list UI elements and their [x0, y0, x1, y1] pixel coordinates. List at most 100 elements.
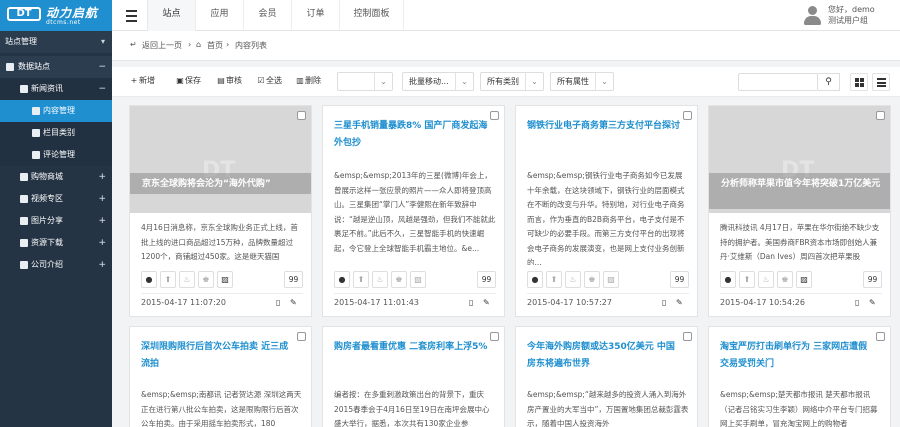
arrow-up-icon[interactable]: ⬆ — [160, 271, 176, 288]
search-button[interactable]: ⚲ — [818, 73, 840, 91]
document-icon[interactable]: ▯ — [469, 298, 473, 307]
add-button[interactable]: + 新增 — [130, 75, 155, 89]
user-menu[interactable]: 您好，demo 测试用户组 — [803, 3, 898, 28]
grid-icon — [855, 78, 864, 87]
card-thumbnail[interactable]: DT 分析师称苹果市值今年将突破1万亿美元 — [709, 106, 890, 213]
card-title[interactable]: 购房者最看重优惠 二套房利率上浮5% — [334, 339, 489, 356]
card-checkbox[interactable] — [490, 332, 499, 341]
edit-icon[interactable]: ✎ — [869, 298, 876, 307]
sort-order-field[interactable]: 99 — [477, 271, 496, 288]
save-button[interactable]: ▣保存 — [176, 75, 201, 89]
tab-apps[interactable]: 应用 — [196, 0, 244, 31]
sidebar-item-comments[interactable]: 评论管理 — [0, 144, 112, 166]
back-icon[interactable]: ↵ — [130, 40, 137, 49]
document-icon[interactable]: ▯ — [855, 298, 859, 307]
sidebar-item-company[interactable]: 公司介绍 + — [0, 254, 112, 276]
batch-move-select[interactable]: 批量移动... ⌄ — [402, 72, 474, 91]
logo[interactable]: DT 动力启航 dtcms.net — [0, 0, 112, 31]
arrow-up-icon[interactable]: ⬆ — [546, 271, 562, 288]
tab-orders[interactable]: 订单 — [292, 0, 340, 31]
sort-order-field[interactable]: 99 — [863, 271, 882, 288]
fire-icon[interactable]: ♨ — [565, 271, 581, 288]
card-title[interactable]: 三星手机销量暴跌8% 国产厂商发起海外包抄 — [334, 118, 489, 152]
image-icon[interactable]: ▨ — [603, 271, 619, 288]
sidebar-item-content-management[interactable]: 内容管理 — [0, 100, 112, 122]
sidebar-item-downloads[interactable]: 资源下载 + — [0, 232, 112, 254]
comment-icon[interactable]: ● — [334, 271, 350, 288]
sidebar-item-images[interactable]: 图片分享 + — [0, 210, 112, 232]
image-icon[interactable]: ▨ — [217, 271, 233, 288]
document-icon[interactable]: ▯ — [662, 298, 666, 307]
recommend-icon[interactable]: ♚ — [198, 271, 214, 288]
audit-button[interactable]: ▤审核 — [217, 75, 242, 89]
attribute-select[interactable]: 所有属性 ⌄ — [550, 72, 614, 91]
comment-icon[interactable]: ● — [720, 271, 736, 288]
card-title[interactable]: 淘宝严厉打击刷单行为 三家网店遭假交易受罚关门 — [720, 339, 875, 373]
arrow-up-icon[interactable]: ⬆ — [739, 271, 755, 288]
fire-icon[interactable]: ♨ — [758, 271, 774, 288]
card-summary: &emsp;&emsp;钢铁行业电子商务如今已发展十年余载，在这块领域下，钢铁行… — [527, 171, 685, 265]
back-link[interactable]: 返回上一页 — [142, 40, 182, 51]
card-actions: ● ⬆ ♨ ♚ ▨ 99 — [527, 271, 689, 290]
image-icon[interactable]: ▨ — [410, 271, 426, 288]
sidebar-item-video[interactable]: 视频专区 + — [0, 188, 112, 210]
content-card: 购房者最看重优惠 二套房利率上浮5% 编者按：在多重刺激政策出台的背景下，重庆2… — [322, 326, 505, 427]
card-title[interactable]: 钢铁行业电子商务第三方支付平台探讨 — [527, 118, 682, 135]
blank-select[interactable]: ⌄ — [337, 72, 393, 91]
sidebar-item-shop[interactable]: 购物商城 + — [0, 166, 112, 188]
edit-icon[interactable]: ✎ — [290, 298, 297, 307]
search-input[interactable] — [738, 73, 818, 91]
sidebar-item-label: 图片分享 — [31, 216, 63, 225]
sidebar-header[interactable]: 站点管理 ▾ — [0, 31, 112, 53]
card-checkbox[interactable] — [683, 111, 692, 120]
sidebar-item-categories[interactable]: 栏目类别 — [0, 122, 112, 144]
fire-icon[interactable]: ♨ — [179, 271, 195, 288]
card-checkbox[interactable] — [490, 111, 499, 120]
fire-icon[interactable]: ♨ — [372, 271, 388, 288]
card-checkbox[interactable] — [683, 332, 692, 341]
card-title[interactable]: 分析师称苹果市值今年将突破1万亿美元 — [721, 176, 881, 192]
card-checkbox[interactable] — [876, 332, 885, 341]
sort-order-field[interactable]: 99 — [670, 271, 689, 288]
home-link[interactable]: 首页 — [207, 40, 223, 51]
arrow-up-icon[interactable]: ⬆ — [353, 271, 369, 288]
sidebar-item-data-site[interactable]: 数据站点 − — [0, 56, 112, 78]
sort-order-field[interactable]: 99 — [284, 271, 303, 288]
card-summary: &emsp;&emsp;“越来越多的投资人涌入到海外房产置业的大军当中”，万国置… — [527, 390, 689, 427]
document-icon[interactable]: ▯ — [276, 298, 280, 307]
card-summary: 4月16日消息称，京东全球购业务正式上线，首批上线的进口商品超过15万种，品牌数… — [141, 223, 298, 261]
menu-toggle-button[interactable] — [112, 0, 148, 31]
card-checkbox[interactable] — [297, 111, 306, 120]
comment-icon[interactable]: ● — [141, 271, 157, 288]
tab-site[interactable]: 站点 — [148, 0, 196, 31]
delete-button[interactable]: ▥删除 — [296, 75, 321, 89]
grid-view-button[interactable] — [850, 73, 868, 91]
card-title[interactable]: 深圳限购限行后首次公车拍卖 近三成流拍 — [141, 339, 296, 373]
recommend-icon[interactable]: ♚ — [584, 271, 600, 288]
list-view-button[interactable] — [872, 73, 890, 91]
folder-icon — [20, 85, 28, 93]
recommend-icon[interactable]: ♚ — [391, 271, 407, 288]
card-checkbox[interactable] — [876, 111, 885, 120]
sidebar-item-label: 数据站点 — [18, 62, 50, 71]
tab-control-panel[interactable]: 控制面板 — [340, 0, 404, 31]
recommend-icon[interactable]: ♚ — [777, 271, 793, 288]
comment-icon[interactable]: ● — [527, 271, 543, 288]
content-card: 今年海外购房额或达350亿美元 中国房东将遍布世界 &emsp;&emsp;“越… — [515, 326, 698, 427]
chevron-down-icon: ▾ — [100, 37, 105, 46]
breadcrumb-separator: › — [226, 40, 230, 49]
select-all-button[interactable]: ☑全选 — [257, 75, 282, 89]
image-icon[interactable]: ▨ — [796, 271, 812, 288]
card-title[interactable]: 今年海外购房额或达350亿美元 中国房东将遍布世界 — [527, 339, 682, 373]
card-actions: ● ⬆ ♨ ♚ ▨ 99 — [141, 271, 303, 290]
edit-icon[interactable]: ✎ — [483, 298, 490, 307]
card-thumbnail[interactable]: DT 京东全球购将会沦为“海外代购” — [130, 106, 311, 213]
category-select[interactable]: 所有类别 ⌄ — [480, 72, 544, 91]
sidebar-item-news[interactable]: 新闻资讯 − — [0, 78, 112, 100]
list-icon — [877, 78, 886, 87]
home-icon[interactable]: ⌂ — [196, 40, 201, 49]
edit-icon[interactable]: ✎ — [676, 298, 683, 307]
tab-members[interactable]: 会员 — [244, 0, 292, 31]
card-title[interactable]: 京东全球购将会沦为“海外代购” — [142, 176, 302, 192]
card-checkbox[interactable] — [297, 332, 306, 341]
